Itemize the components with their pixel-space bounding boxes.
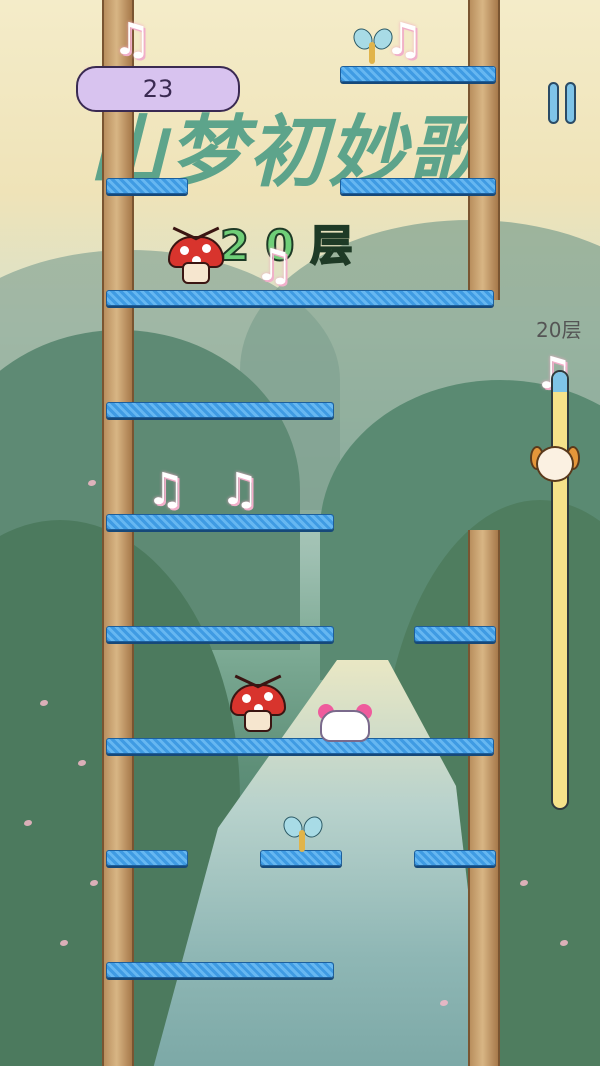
puppy-marker-icon [530,442,580,486]
floor-counter: 20层 [219,220,369,271]
mushroom-enemy-icon[interactable] [230,674,286,734]
platform [340,178,496,194]
score-display: 23 [76,66,240,112]
platform [106,290,494,306]
dragonfly-icon[interactable] [349,24,397,66]
platform [106,962,334,978]
pause-icon [565,82,576,124]
platform [340,66,496,82]
music-note-icon[interactable]: ♫ [112,18,151,62]
player-character [316,704,374,742]
ladder-pillar-right-bottom [468,530,500,1066]
dragonfly-icon[interactable] [279,812,327,854]
progress-floor-label: 20层 [536,318,582,342]
platform [106,738,494,754]
platform [414,850,496,866]
score-value: 23 [142,75,174,103]
floor-progress-bar [551,370,569,810]
music-note-icon[interactable]: ♫ [220,468,259,512]
platform [106,626,334,642]
platform [106,402,334,418]
pause-button[interactable] [548,82,580,124]
progress-fill [553,372,567,392]
platform [414,626,496,642]
mushroom-enemy-icon[interactable] [168,226,224,286]
platform [106,850,188,866]
platform [106,514,334,530]
music-note-icon[interactable]: ♫ [146,468,185,512]
ladder-pillar-left [102,0,134,1066]
music-note-icon[interactable]: ♫ [254,244,293,288]
ladder-pillar-right-top [468,0,500,300]
platform [106,178,188,194]
pause-icon [548,82,559,124]
